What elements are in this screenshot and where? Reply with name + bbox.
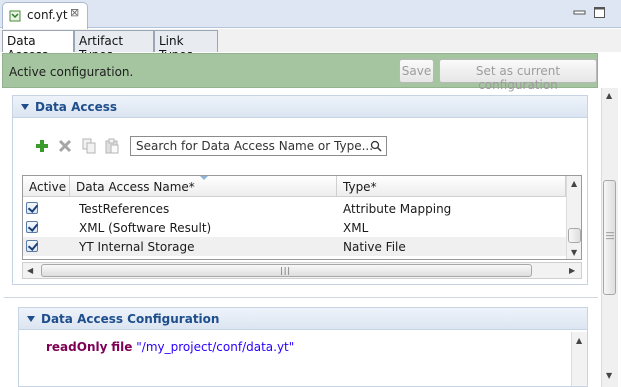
scroll-right-arrow-icon[interactable]: ▶: [569, 266, 575, 275]
grip-icon: |||: [280, 266, 292, 275]
code-string: "/my_project/conf/data.yt": [136, 340, 295, 354]
tab-data-access[interactable]: Data Access: [2, 30, 74, 62]
column-header-active[interactable]: Active: [23, 176, 70, 197]
collapse-twisty-icon[interactable]: [21, 104, 29, 110]
maximize-icon[interactable]: [593, 6, 606, 19]
sort-indicator-icon: [200, 176, 208, 180]
row-name: TestReferences: [79, 202, 170, 216]
editor-scroll-thumb[interactable]: ― ― ―: [603, 180, 616, 295]
row-name: YT Internal Storage: [79, 240, 195, 254]
column-header-type[interactable]: Type*: [337, 176, 566, 197]
editor-tab-bar: conf.yt ⊠: [0, 0, 621, 29]
tab-artifact-types[interactable]: Artifact Types: [74, 30, 154, 62]
paste-icon[interactable]: [104, 138, 120, 154]
table-row[interactable]: YT Internal Storage Native File: [23, 237, 566, 256]
table-vertical-scrollbar[interactable]: ▲ ▼: [566, 176, 581, 259]
scroll-left-arrow-icon[interactable]: ◀: [27, 266, 33, 275]
save-button[interactable]: Save: [399, 59, 434, 83]
row-type: Native File: [343, 240, 406, 254]
table-horizontal-scrollbar[interactable]: ◀ ||| ▶: [22, 262, 582, 279]
minimize-icon[interactable]: [573, 6, 586, 19]
collapse-twisty-icon[interactable]: [27, 316, 35, 322]
active-checkbox[interactable]: [26, 202, 38, 214]
code-keyword: file: [111, 340, 133, 354]
configuration-section-title: Data Access Configuration: [41, 312, 220, 326]
section-divider: [4, 297, 598, 298]
delete-icon[interactable]: [57, 138, 73, 154]
active-checkbox[interactable]: [26, 240, 38, 252]
file-icon: [9, 10, 21, 22]
horizontal-scroll-thumb[interactable]: |||: [41, 264, 532, 277]
scroll-down-arrow-icon[interactable]: ▼: [571, 248, 577, 257]
editor-tab-title: conf.yt: [27, 8, 68, 22]
table-row[interactable]: XML (Software Result) XML: [23, 218, 566, 237]
data-access-section-title: Data Access: [35, 100, 118, 114]
configuration-code[interactable]: readOnly file "/my_project/conf/data.yt": [46, 340, 294, 354]
add-icon[interactable]: [34, 138, 50, 154]
code-scrollbar[interactable]: ▲: [571, 332, 587, 386]
scroll-up-arrow-icon[interactable]: ▲: [606, 91, 612, 100]
data-access-section-header[interactable]: Data Access: [13, 96, 587, 118]
grip-icon: ― ― ―: [606, 228, 614, 243]
header-bar: Active configuration. Save Set as curren…: [2, 53, 598, 92]
table-row[interactable]: TestReferences Attribute Mapping: [23, 199, 566, 218]
set-current-configuration-button[interactable]: Set as current configuration: [439, 59, 597, 92]
row-name: XML (Software Result): [79, 221, 212, 235]
scroll-down-arrow-icon[interactable]: ▼: [606, 371, 612, 380]
table-scroll-thumb[interactable]: [568, 228, 581, 243]
search-placeholder: Search for Data Access Name or Type...: [136, 139, 374, 153]
configuration-section-header[interactable]: Data Access Configuration: [19, 308, 587, 330]
page-tabs: Data Access Artifact Types Link Types: [0, 29, 621, 62]
search-icon[interactable]: [370, 140, 382, 152]
data-access-table: Active Data Access Name* Type* TestRefer…: [22, 175, 582, 260]
active-checkbox[interactable]: [26, 221, 38, 233]
row-type: Attribute Mapping: [343, 202, 452, 216]
status-message: Active configuration.: [9, 65, 134, 79]
close-icon[interactable]: ⊠: [70, 6, 79, 19]
editor-tab[interactable]: conf.yt ⊠: [2, 2, 88, 29]
scroll-up-arrow-icon[interactable]: ▲: [576, 336, 582, 345]
scroll-up-arrow-icon[interactable]: ▲: [571, 179, 577, 188]
copy-icon[interactable]: [81, 138, 97, 154]
tab-link-types[interactable]: Link Types: [154, 30, 218, 62]
code-keyword: readOnly: [46, 340, 108, 354]
row-type: XML: [343, 221, 369, 235]
search-input[interactable]: Search for Data Access Name or Type...: [130, 136, 387, 156]
